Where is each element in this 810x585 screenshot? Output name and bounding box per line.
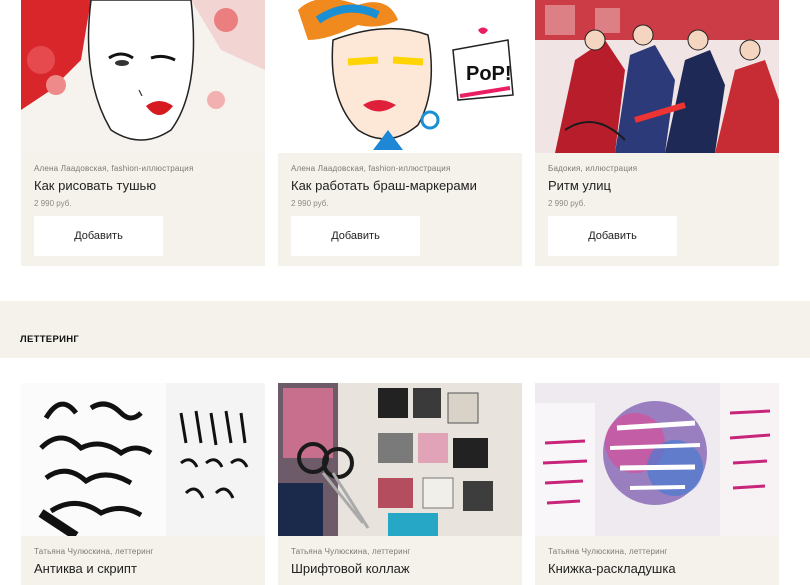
course-title[interactable]: Шрифтовой коллаж <box>291 561 410 576</box>
course-title[interactable]: Как рисовать тушью <box>34 178 156 193</box>
course-price: 2 990 руб. <box>291 199 329 208</box>
course-price: 2 990 руб. <box>34 199 72 208</box>
add-button[interactable]: Добавить <box>291 216 420 256</box>
course-image[interactable] <box>278 383 522 536</box>
course-card[interactable]: Татьяна Чулюскина, леттеринг Шрифтовой к… <box>278 383 522 585</box>
svg-text:PoP!: PoP! <box>466 63 512 85</box>
course-title[interactable]: Антиква и скрипт <box>34 561 137 576</box>
course-image[interactable] <box>21 0 265 153</box>
course-author: Бадокия, иллюстрация <box>548 164 638 173</box>
course-image[interactable] <box>535 383 779 536</box>
course-card[interactable]: Бадокия, иллюстрация Ритм улиц 2 990 руб… <box>535 0 779 266</box>
brush-lettering-photo <box>21 383 265 536</box>
add-button[interactable]: Добавить <box>34 216 163 256</box>
course-image[interactable] <box>21 383 265 536</box>
section-heading: ЛЕТТЕРИНГ <box>20 334 80 345</box>
course-author: Алена Лаадовская, fashion-иллюстрация <box>34 164 194 173</box>
course-grid-lettering: Татьяна Чулюскина, леттеринг Антиква и с… <box>21 383 779 585</box>
type-collage-photo <box>278 383 522 536</box>
lettering-book-photo <box>535 383 779 536</box>
brush-marker-portrait-illustration: PoP! <box>278 0 522 153</box>
course-card[interactable]: Татьяна Чулюскина, леттеринг Книжка-раск… <box>535 383 779 585</box>
course-price: 2 990 руб. <box>548 199 586 208</box>
course-title[interactable]: Ритм улиц <box>548 178 611 193</box>
add-button[interactable]: Добавить <box>548 216 677 256</box>
course-author: Алена Лаадовская, fashion-иллюстрация <box>291 164 451 173</box>
course-grid-fashion: Алена Лаадовская, fashion-иллюстрация Ка… <box>21 0 779 266</box>
course-title[interactable]: Как работать браш-маркерами <box>291 178 477 193</box>
section-header-band: ЛЕТТЕРИНГ <box>0 301 810 358</box>
street-rhythm-illustration <box>535 0 779 153</box>
course-title[interactable]: Книжка-раскладушка <box>548 561 676 576</box>
course-card[interactable]: PoP! Алена Лаадовская, fashion-иллюстрац… <box>278 0 522 266</box>
course-image[interactable] <box>535 0 779 153</box>
course-card[interactable]: Алена Лаадовская, fashion-иллюстрация Ка… <box>21 0 265 266</box>
course-card[interactable]: Татьяна Чулюскина, леттеринг Антиква и с… <box>21 383 265 585</box>
course-author: Татьяна Чулюскина, леттеринг <box>548 547 668 556</box>
course-author: Татьяна Чулюскина, леттеринг <box>291 547 411 556</box>
course-author: Татьяна Чулюскина, леттеринг <box>34 547 154 556</box>
course-image[interactable]: PoP! <box>278 0 522 153</box>
ink-portrait-illustration <box>21 0 265 153</box>
